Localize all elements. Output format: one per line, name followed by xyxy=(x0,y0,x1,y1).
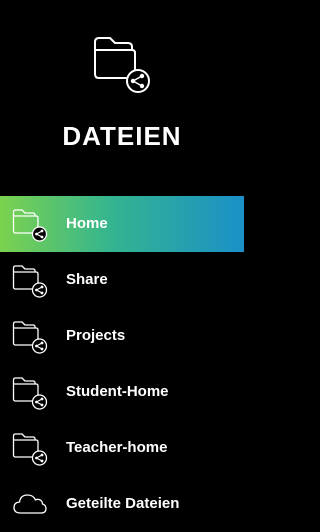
folder-share-icon xyxy=(12,265,48,298)
sidebar-item-label: Teacher-home xyxy=(66,439,168,456)
sidebar-item-projects[interactable]: Projects xyxy=(0,308,244,364)
sidebar-nav: Home Share Projects Student-Home Teacher… xyxy=(0,196,244,532)
sidebar-item-student-home[interactable]: Student-Home xyxy=(0,364,244,420)
folder-share-icon xyxy=(12,433,48,466)
sidebar-item-label: Share xyxy=(66,271,108,288)
folder-share-icon xyxy=(12,209,48,242)
page-title: DATEIEN xyxy=(62,121,182,151)
sidebar-item-home[interactable]: Home xyxy=(0,196,244,252)
sidebar-item-teacher-home[interactable]: Teacher-home xyxy=(0,420,244,476)
sidebar-item-label: Student-Home xyxy=(66,383,169,400)
sidebar-item-geteilte-dateien[interactable]: Geteilte Dateien xyxy=(0,476,244,532)
folder-share-icon xyxy=(12,321,48,354)
sidebar-item-label: Projects xyxy=(66,327,126,344)
folder-share-icon xyxy=(12,377,48,410)
folder-share-icon xyxy=(94,37,150,93)
sidebar-item-share[interactable]: Share xyxy=(0,252,244,308)
cloud-icon xyxy=(13,494,47,514)
sidebar-item-label: Home xyxy=(66,215,108,232)
header: DATEIEN xyxy=(0,0,244,196)
app-panel: DATEIEN Home Share Projects Student-Home… xyxy=(0,0,244,531)
sidebar-item-label: Geteilte Dateien xyxy=(66,495,180,512)
